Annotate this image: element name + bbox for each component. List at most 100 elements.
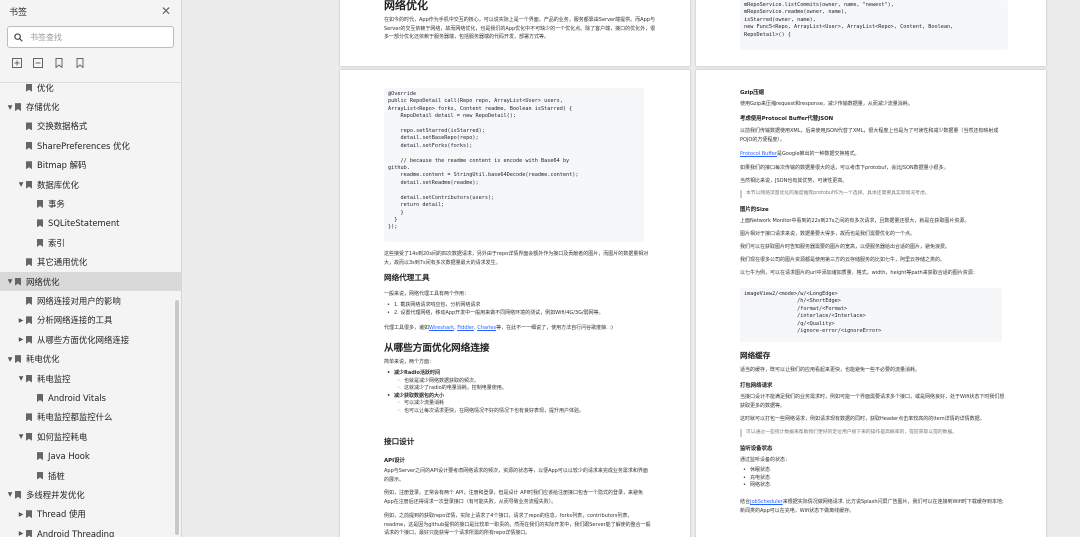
paragraph: 适当的缓存，既可以让我们的应用看起来更快，也能避免一些不必要的流量消耗。 — [740, 367, 921, 373]
bookmark-icon — [37, 200, 43, 209]
toc-item[interactable]: SharePreferences 优化 — [0, 136, 181, 155]
toc-item[interactable]: 其它通用优化 — [0, 253, 181, 272]
search-icon — [14, 32, 23, 42]
toc-item[interactable]: Bitmap 解码 — [0, 156, 181, 175]
toc-item-label: 数据库优化 — [37, 179, 79, 190]
code-block-top: mRepoService.listCommits(owner, name, "n… — [740, 0, 1008, 50]
toc-item[interactable]: 优化 — [0, 78, 181, 97]
close-icon[interactable]: ✕ — [161, 4, 171, 18]
bookmark-icon — [26, 510, 32, 519]
toc-item-label: 其它通用优化 — [37, 257, 88, 268]
link-jobscheduler[interactable]: JobScheduler — [750, 499, 783, 505]
sidebar-scrollbar[interactable] — [175, 300, 179, 535]
bookmark-icon — [26, 180, 32, 189]
document-view[interactable]: 网络优化 在如今的时代，App作为手机中交互的核心，可以说实际上是一个界面，产品… — [182, 0, 1080, 537]
toc-item[interactable]: ▲ 耗电监控 — [0, 369, 181, 388]
heading-api-design: 接口设计 — [384, 437, 415, 446]
collapse-triangle-icon[interactable]: ▲ — [5, 278, 15, 285]
toc-item-label: 多线程并发优化 — [26, 489, 85, 500]
bookmark-icon — [26, 432, 32, 441]
toc-item[interactable]: ▶ Android Threading — [0, 524, 181, 537]
toc-item[interactable]: 交换数据格式 — [0, 117, 181, 136]
bookmark-sidebar: 书签 ✕ 优化 ▲ 存储优化交换数据格式 SharePreferences 优化 Bit… — [0, 0, 182, 537]
expand-all-icon[interactable] — [12, 58, 22, 68]
collapse-all-icon[interactable] — [33, 58, 43, 68]
toc-item-label: Bitmap 解码 — [37, 160, 87, 171]
bookmark-icon — [15, 490, 21, 499]
toc-item[interactable]: ▲ 耗电优化 — [0, 349, 181, 368]
paragraph: 例如，注册登录。正常会有两个 API，注册和登录，但是设计 API时我们应该给注… — [384, 490, 644, 505]
toc-item-label: 插桩 — [48, 470, 65, 481]
toc-item[interactable]: ▶ Thread 使用 — [0, 505, 181, 524]
collapse-triangle-icon[interactable]: ▲ — [5, 491, 15, 498]
toc-item[interactable]: 插桩 — [0, 466, 181, 485]
link-fiddler[interactable]: Fiddler — [457, 325, 474, 331]
bookmark-icon — [37, 471, 43, 480]
toc-item[interactable]: Android Vitals — [0, 388, 181, 407]
list-item: 2. 设置代理网络，移动App开发中一般用来做不同网络环境的测试，例如Wifi/… — [384, 310, 654, 318]
toc-item[interactable]: Java Hook — [0, 446, 181, 465]
blockquote: 可以通过一些统计数据来帮助我们更好的定位用户接下来的操作是高概率的，提前获取以提… — [740, 429, 1008, 437]
link-charles[interactable]: Charles — [477, 325, 496, 331]
tools-list: 1. 截获网络请求响应包，分析网络请求2. 设置代理网络，移动App开发中一般用… — [384, 302, 654, 317]
collapse-triangle-icon[interactable]: ▲ — [16, 375, 26, 382]
toc-item[interactable]: 网络连接对用户的影响 — [0, 291, 181, 310]
toc-item-label: 耗电监控都监控什么 — [37, 412, 113, 423]
collapse-triangle-icon[interactable]: ▲ — [5, 356, 15, 363]
tools-links-prefix: 代理工具很多，诸如 — [384, 325, 430, 331]
toc-item[interactable]: ▲ 网络优化 — [0, 271, 181, 292]
bookmark-search-box[interactable] — [7, 26, 174, 48]
bookmark-icon[interactable] — [75, 58, 85, 68]
paragraph: 使用Gzip来压缩request和response，减少传输数据量，从而减少流量… — [740, 101, 913, 107]
link-protocol-buffer[interactable]: Protocol Buffer — [740, 151, 777, 157]
toc-item[interactable]: 事务 — [0, 194, 181, 213]
paragraph: 简单来说，两个方面： — [384, 359, 435, 365]
add-bookmark-icon[interactable] — [54, 58, 64, 68]
collapse-triangle-icon[interactable]: ▲ — [16, 181, 26, 188]
heading-image-size: 图片的Size — [740, 207, 769, 213]
toc-item[interactable]: ▶ 从哪些方面优化网络连接 — [0, 330, 181, 349]
heading-proxy-tools: 网络代理工具 — [384, 273, 430, 282]
toc-item-label: 网络优化 — [26, 276, 60, 287]
toc-item[interactable]: SQLiteStatement — [0, 214, 181, 233]
expand-triangle-icon[interactable]: ▶ — [16, 511, 26, 518]
toc-item[interactable]: ▲ 多线程并发优化 — [0, 485, 181, 504]
heading-gzip: Gzip压缩 — [740, 90, 765, 96]
sidebar-header: 书签 ✕ — [0, 0, 181, 22]
collapse-triangle-icon[interactable]: ▲ — [5, 104, 15, 111]
toc-item-label: 优化 — [37, 82, 54, 93]
toc-item[interactable]: ▶ 分析网络连接的工具 — [0, 311, 181, 330]
collapse-triangle-icon[interactable]: ▲ — [16, 433, 26, 440]
paragraph: 这时就可以打包一些网络请求，例如请求现有数据的同时，获取Header点击率较高的… — [740, 416, 985, 422]
toc-item[interactable]: 耗电监控都监控什么 — [0, 408, 181, 427]
sub-list-item: 这就减少了radio的电量消耗，控制电量使用。 — [384, 385, 654, 393]
toc-item-label: 存储优化 — [26, 102, 60, 113]
toc-item-label: 网络连接对用户的影响 — [37, 295, 121, 306]
expand-triangle-icon[interactable]: ▶ — [16, 317, 26, 324]
link-wireshark[interactable]: Wireshark — [429, 325, 454, 331]
tools-links-suffix: 等，在此不一一细说了，使用方法自行问谷歌度娘. :) — [496, 325, 613, 331]
page-main-right: Gzip压缩 使用Gzip来压缩request和response，减少传输数据量… — [696, 70, 1046, 537]
blockquote: 本节以网络流量优化的角度推荐protobuf作为一个选择，具体还需要具实际情况考… — [740, 190, 1008, 198]
heading-device-state: 监听设备状态 — [740, 446, 773, 452]
expand-triangle-icon[interactable]: ▶ — [16, 530, 26, 537]
paragraph: 例如，之前提到的获取repo详情，实际上请求了4个接口，请求了repo的信息，f… — [384, 513, 651, 536]
paragraph: 一般来说，网络代理工具有两个作用： — [384, 291, 470, 297]
bookmark-icon — [26, 335, 32, 344]
protobuf-desc: 是Google推出的一种数据交换格式。 — [776, 151, 860, 157]
toc-item-label: 耗电监控 — [37, 373, 71, 384]
toc-item[interactable]: ▲ 数据库优化 — [0, 175, 181, 194]
heading-api-sub: API设计 — [384, 458, 405, 464]
bookmark-search-input[interactable] — [28, 31, 162, 43]
expand-triangle-icon[interactable]: ▶ — [16, 336, 26, 343]
sidebar-toolbar — [0, 48, 181, 72]
bookmark-icon — [26, 374, 32, 383]
toc-item[interactable]: 索引 — [0, 233, 181, 252]
toc-item-label: Thread 使用 — [37, 509, 86, 520]
bookmark-icon — [26, 296, 32, 305]
toc-item-label: 索引 — [48, 237, 65, 248]
bookmark-icon — [37, 219, 43, 228]
toc-item-label: SQLiteStatement — [48, 218, 120, 229]
toc-item[interactable]: ▲ 如何监控耗电 — [0, 427, 181, 446]
toc-item[interactable]: ▲ 存储优化 — [0, 97, 181, 116]
